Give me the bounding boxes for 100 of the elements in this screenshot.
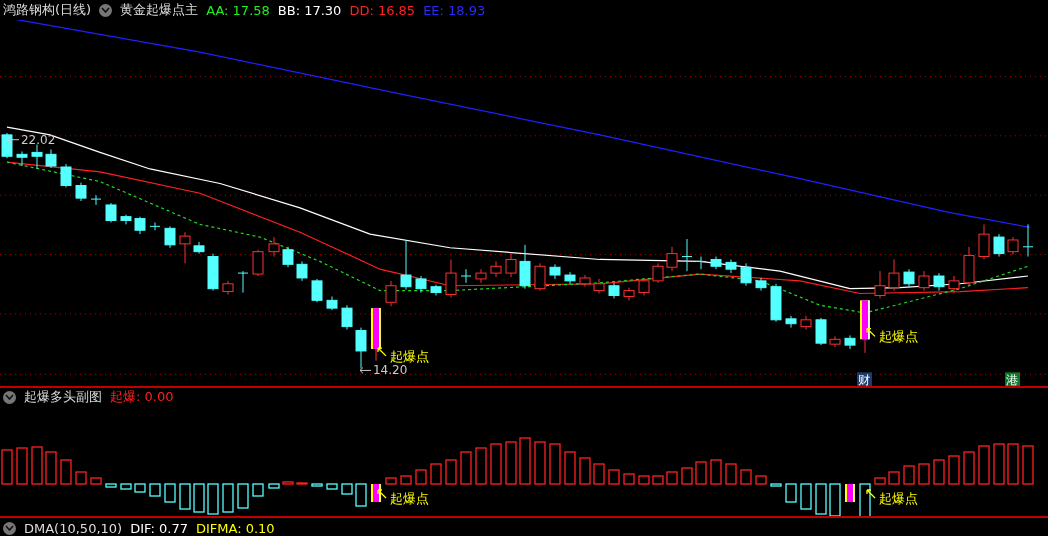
candlestick — [237, 270, 249, 294]
candlestick — [179, 231, 191, 264]
candlestick — [149, 221, 161, 231]
histogram-bar — [918, 463, 930, 485]
histogram-bar — [710, 459, 722, 485]
candlestick — [903, 268, 915, 288]
indicator-value: DIFMA: 0.10 — [195, 520, 275, 536]
indicator-value: DD: 16.85 — [349, 2, 416, 18]
signal-label: 起爆点 — [390, 491, 429, 506]
histogram-bar — [490, 443, 502, 485]
histogram-bar — [460, 451, 472, 485]
histogram-bar — [785, 483, 797, 503]
candlestick — [963, 246, 975, 287]
histogram-bar — [149, 483, 161, 497]
signal-bar — [845, 484, 855, 502]
histogram-bar — [31, 446, 43, 485]
histogram-bar — [445, 459, 457, 485]
candlestick — [770, 283, 782, 323]
histogram-bar — [237, 483, 249, 509]
histogram-bar — [45, 451, 57, 485]
histogram-bar — [903, 465, 915, 485]
candlestick — [193, 241, 205, 255]
histogram-bar — [268, 483, 280, 489]
histogram-bar — [105, 483, 117, 488]
candlestick — [564, 271, 576, 285]
candlestick — [829, 335, 841, 348]
candlestick — [475, 268, 487, 284]
candlestick — [993, 233, 1005, 258]
histogram-bar — [475, 447, 487, 485]
histogram-bar — [311, 483, 323, 487]
candle-wick — [864, 338, 866, 354]
signal-label: 起爆点 — [390, 348, 430, 364]
histogram-bar — [963, 451, 975, 485]
price-label: 14.20 — [373, 363, 408, 378]
histogram-bar — [193, 483, 205, 513]
histogram-bar — [400, 475, 412, 485]
candlestick — [341, 304, 353, 331]
histogram-bar — [666, 471, 678, 485]
dropdown-icon[interactable] — [3, 521, 16, 535]
histogram-bar — [770, 483, 782, 487]
histogram-bar — [1, 449, 13, 485]
candle-wick — [375, 348, 377, 362]
candlestick — [695, 256, 707, 270]
histogram-bar — [874, 477, 886, 485]
histogram-bar — [608, 469, 620, 485]
candlestick — [282, 246, 294, 268]
histogram-bar — [355, 483, 367, 507]
candlestick — [800, 315, 812, 331]
histogram-bar — [134, 483, 146, 493]
histogram-bar — [681, 467, 693, 485]
arrow-icon — [866, 327, 876, 337]
histogram-bar — [652, 475, 664, 485]
signal-bar — [371, 484, 381, 502]
histogram-bar — [638, 475, 650, 485]
candlestick — [844, 334, 856, 350]
arrow-icon — [866, 489, 876, 499]
histogram-bar — [948, 455, 960, 485]
candlestick — [16, 150, 28, 167]
histogram-bar — [593, 463, 605, 485]
candlestick — [90, 194, 102, 206]
candlestick — [268, 236, 280, 258]
histogram-bar — [755, 475, 767, 485]
candlestick — [1, 132, 13, 159]
candlestick — [815, 317, 827, 346]
candlestick — [460, 268, 472, 284]
indicator-value: EE: 18.93 — [423, 2, 486, 18]
signal-bar — [860, 300, 870, 340]
histogram-bar — [120, 483, 132, 490]
histogram-bar — [579, 457, 591, 485]
candlestick — [311, 278, 323, 303]
chart-title: 鸿路钢构(日线) — [3, 1, 92, 19]
candlestick — [725, 258, 737, 274]
histogram-bar — [800, 483, 812, 510]
candlestick — [1022, 223, 1034, 258]
candlestick — [505, 253, 517, 278]
histogram-bar — [415, 469, 427, 485]
histogram-bar — [430, 463, 442, 485]
dropdown-icon[interactable] — [99, 3, 113, 17]
histogram-bar — [725, 463, 737, 485]
candlestick — [681, 238, 693, 272]
candlestick — [415, 275, 427, 294]
candlestick — [785, 315, 797, 329]
candlestick — [579, 274, 591, 288]
histogram-bar — [326, 483, 338, 490]
arrow-icon — [359, 367, 372, 374]
indicator-name: 黄金起爆点主 — [120, 1, 199, 19]
histogram-bar — [60, 459, 72, 485]
histogram-bar — [252, 483, 264, 497]
candlestick — [888, 258, 900, 292]
candlestick — [608, 282, 620, 299]
histogram-bar — [695, 461, 707, 485]
candlestick — [593, 278, 605, 295]
candlestick — [666, 246, 678, 272]
histogram-bar — [829, 483, 841, 516]
dropdown-icon[interactable] — [3, 390, 16, 404]
histogram-bar — [519, 437, 531, 485]
histogram-bar — [978, 445, 990, 485]
candlestick — [60, 163, 72, 188]
candlestick — [874, 270, 886, 299]
candlestick — [296, 260, 308, 282]
